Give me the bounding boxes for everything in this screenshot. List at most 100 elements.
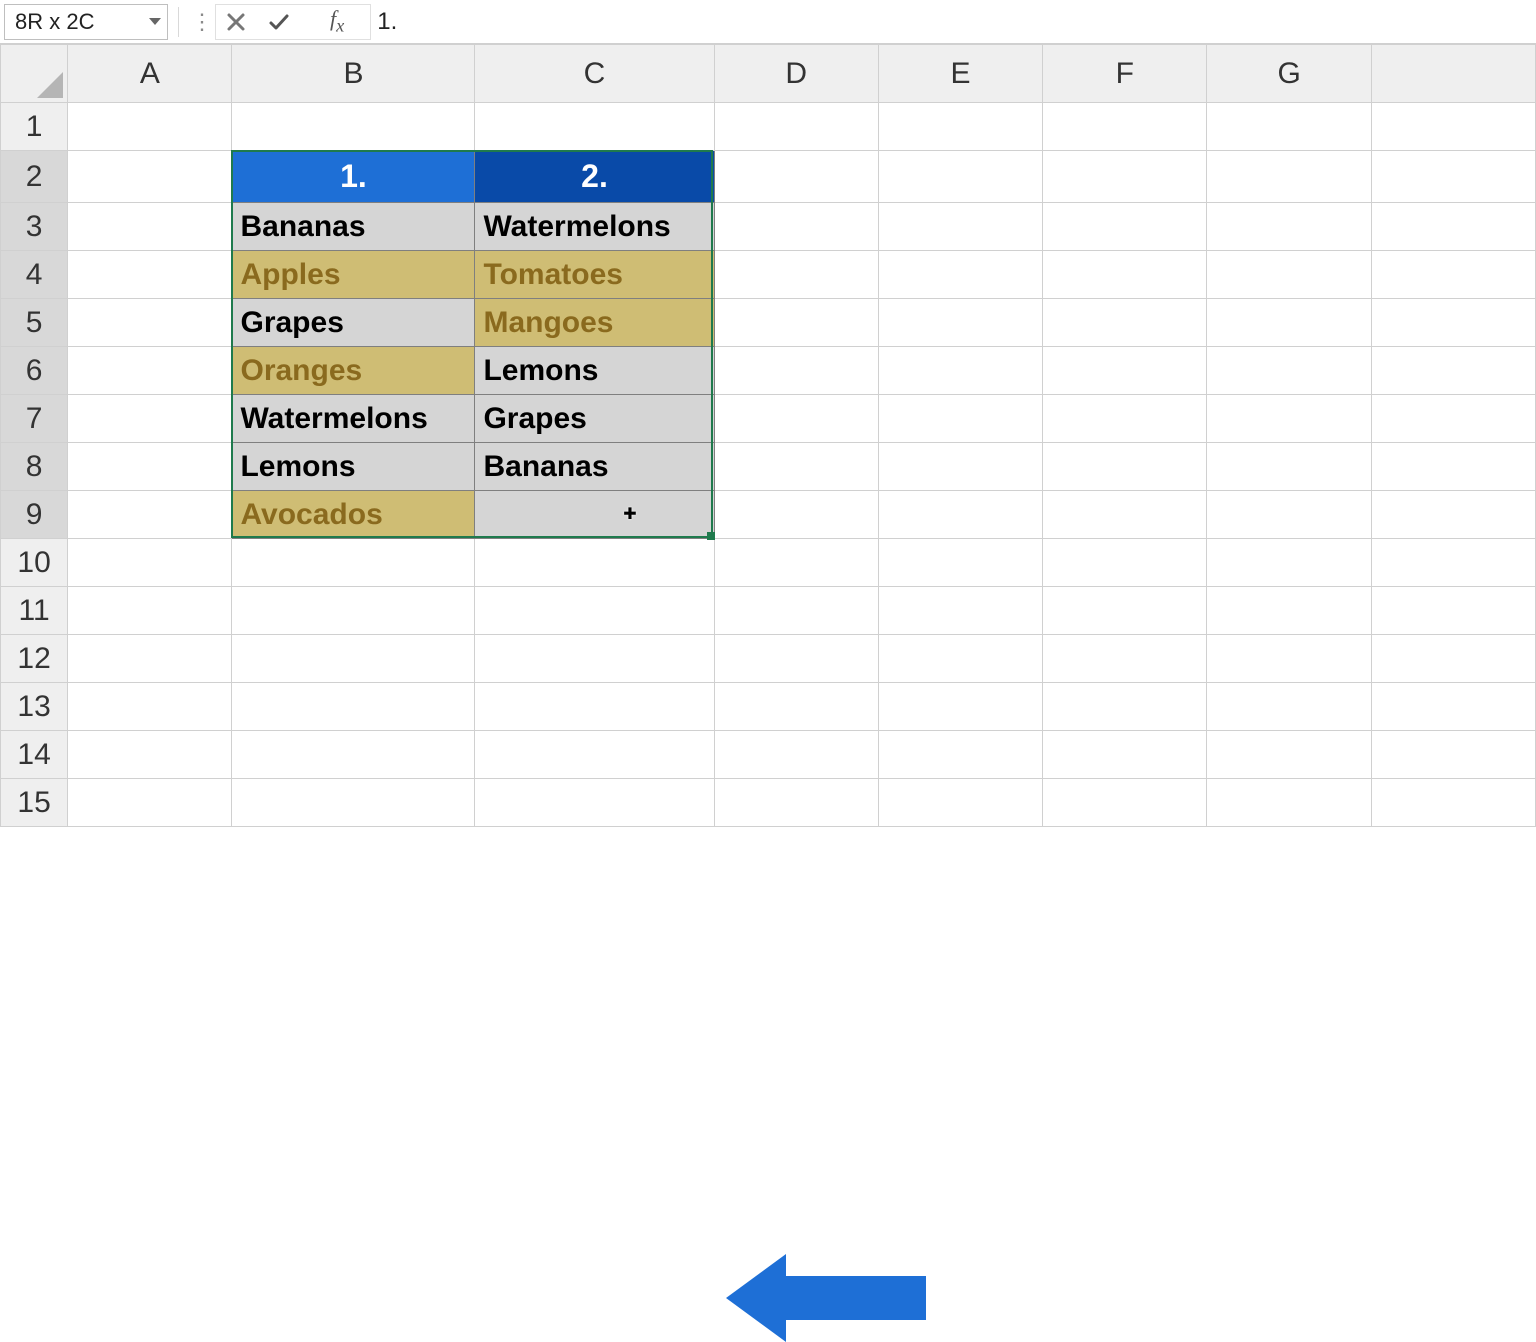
cell[interactable]: Watermelons: [475, 203, 714, 251]
cell[interactable]: [1043, 151, 1207, 203]
cell[interactable]: [1371, 779, 1535, 827]
cell[interactable]: Bananas: [475, 443, 714, 491]
cell[interactable]: [1207, 587, 1371, 635]
cell[interactable]: [878, 103, 1042, 151]
confirm-icon[interactable]: [268, 12, 290, 32]
cell[interactable]: [68, 635, 232, 683]
cell[interactable]: [232, 587, 475, 635]
cell[interactable]: [232, 635, 475, 683]
cell[interactable]: [878, 151, 1042, 203]
cell[interactable]: [68, 539, 232, 587]
cell[interactable]: [714, 203, 878, 251]
cell[interactable]: [1207, 779, 1371, 827]
cell[interactable]: [878, 587, 1042, 635]
cell[interactable]: Lemons: [232, 443, 475, 491]
col-header-extra[interactable]: [1371, 45, 1535, 103]
cell[interactable]: [878, 251, 1042, 299]
cell[interactable]: [1043, 683, 1207, 731]
row-header[interactable]: 12: [1, 635, 68, 683]
cell[interactable]: [878, 539, 1042, 587]
cell[interactable]: [1371, 683, 1535, 731]
row-header[interactable]: 10: [1, 539, 68, 587]
cell[interactable]: [68, 443, 232, 491]
cell[interactable]: [68, 347, 232, 395]
cell[interactable]: [1371, 151, 1535, 203]
cell[interactable]: [878, 347, 1042, 395]
cell[interactable]: [1371, 443, 1535, 491]
cell[interactable]: [232, 731, 475, 779]
cell[interactable]: [1207, 731, 1371, 779]
col-header-F[interactable]: F: [1043, 45, 1207, 103]
cell[interactable]: [1043, 491, 1207, 539]
cell[interactable]: [1043, 395, 1207, 443]
cell[interactable]: [1043, 299, 1207, 347]
cell[interactable]: [1043, 251, 1207, 299]
cell[interactable]: [475, 491, 714, 539]
cell[interactable]: [878, 779, 1042, 827]
cell[interactable]: [1207, 203, 1371, 251]
cell[interactable]: Avocados: [232, 491, 475, 539]
cell[interactable]: [1043, 203, 1207, 251]
cell[interactable]: [1207, 251, 1371, 299]
row-header[interactable]: 3: [1, 203, 68, 251]
cell[interactable]: Watermelons: [232, 395, 475, 443]
cell[interactable]: [475, 587, 714, 635]
cell[interactable]: Grapes: [232, 299, 475, 347]
cell[interactable]: [714, 347, 878, 395]
cell[interactable]: [1043, 347, 1207, 395]
cell[interactable]: [714, 251, 878, 299]
cell[interactable]: [68, 491, 232, 539]
fx-icon[interactable]: fx: [330, 6, 344, 36]
cell[interactable]: [1207, 635, 1371, 683]
cell[interactable]: [68, 683, 232, 731]
cell[interactable]: [1043, 779, 1207, 827]
cell[interactable]: [878, 203, 1042, 251]
cell[interactable]: [1207, 539, 1371, 587]
row-header[interactable]: 1: [1, 103, 68, 151]
row-header[interactable]: 6: [1, 347, 68, 395]
cell[interactable]: 1.: [232, 151, 475, 203]
cell[interactable]: Oranges: [232, 347, 475, 395]
cell[interactable]: [1043, 443, 1207, 491]
cell[interactable]: [1043, 539, 1207, 587]
cell[interactable]: [475, 103, 714, 151]
cell[interactable]: [232, 539, 475, 587]
cell[interactable]: [1207, 347, 1371, 395]
cell[interactable]: [1371, 731, 1535, 779]
cell[interactable]: [1371, 635, 1535, 683]
row-header[interactable]: 14: [1, 731, 68, 779]
cell[interactable]: [1207, 443, 1371, 491]
cell[interactable]: [1371, 251, 1535, 299]
col-header-G[interactable]: G: [1207, 45, 1371, 103]
row-header[interactable]: 4: [1, 251, 68, 299]
cell[interactable]: [475, 683, 714, 731]
cell[interactable]: [714, 395, 878, 443]
cell[interactable]: [68, 587, 232, 635]
row-header[interactable]: 15: [1, 779, 68, 827]
cell[interactable]: [1371, 203, 1535, 251]
cell[interactable]: [1371, 395, 1535, 443]
cell[interactable]: [1371, 103, 1535, 151]
name-box[interactable]: 8R x 2C: [4, 4, 168, 40]
cell[interactable]: [1043, 587, 1207, 635]
cell[interactable]: [1207, 395, 1371, 443]
cell[interactable]: [1371, 299, 1535, 347]
spreadsheet-grid[interactable]: A B C D E F G 121.2.3BananasWatermelons4…: [0, 44, 1536, 827]
cell[interactable]: [1207, 683, 1371, 731]
col-header-C[interactable]: C: [475, 45, 714, 103]
cell[interactable]: Grapes: [475, 395, 714, 443]
cell[interactable]: [878, 635, 1042, 683]
row-header[interactable]: 11: [1, 587, 68, 635]
cell[interactable]: Mangoes: [475, 299, 714, 347]
cell[interactable]: [1371, 539, 1535, 587]
row-header[interactable]: 9: [1, 491, 68, 539]
cell[interactable]: [475, 539, 714, 587]
cell[interactable]: [68, 395, 232, 443]
col-header-E[interactable]: E: [878, 45, 1042, 103]
cell[interactable]: [68, 299, 232, 347]
row-header[interactable]: 7: [1, 395, 68, 443]
cell[interactable]: [714, 635, 878, 683]
cell[interactable]: [714, 539, 878, 587]
cell[interactable]: [475, 635, 714, 683]
cell[interactable]: [1207, 299, 1371, 347]
